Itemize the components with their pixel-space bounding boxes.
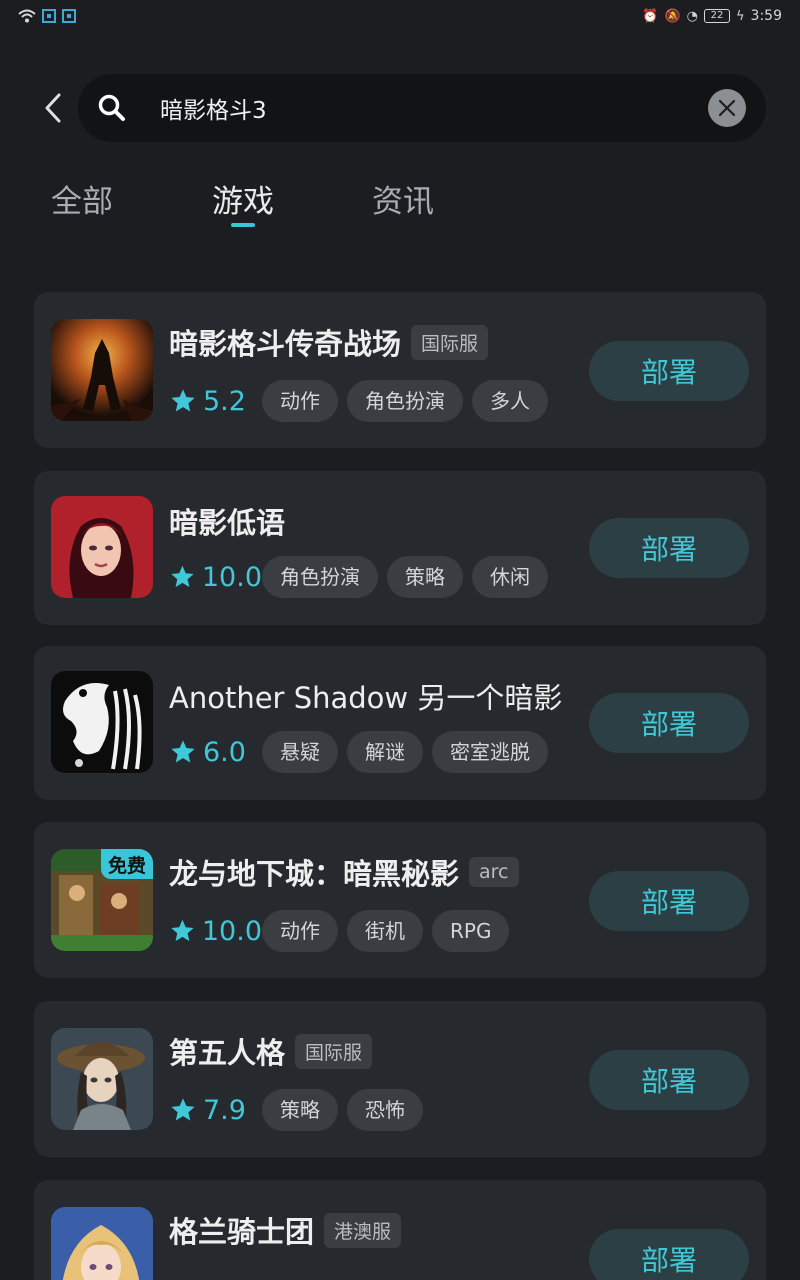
active-tab-indicator: [231, 223, 255, 227]
region-badge: arc: [469, 857, 519, 887]
game-name: 暗影格斗传奇战场: [169, 327, 402, 361]
charging-icon: ϟ: [735, 8, 745, 24]
star-icon: [171, 1098, 195, 1121]
region-badge: 港澳服: [324, 1212, 402, 1248]
card-title-row: 格兰骑士团 港澳服: [169, 1210, 402, 1250]
rating: 7.9: [169, 1095, 262, 1126]
region-badge: 国际服: [411, 324, 489, 360]
clear-search-button[interactable]: [708, 89, 746, 127]
genre-tag: 动作: [262, 910, 338, 952]
battery-icon: 22: [703, 9, 730, 23]
qr-icon: [62, 9, 76, 23]
genre-tag: 悬疑: [262, 731, 338, 773]
star-icon: [171, 389, 195, 412]
speed-icon: ◔: [686, 8, 698, 24]
game-card[interactable]: Another Shadow 另一个暗影 6.0 悬疑 解谜 密室逃脱 部署: [34, 646, 766, 800]
red-hair-girl-icon: [51, 496, 153, 598]
free-badge: 免费: [101, 849, 153, 879]
game-name: 龙与地下城：暗黑秘影: [169, 857, 460, 891]
star-icon: [171, 740, 195, 763]
rating: 5.2: [169, 386, 262, 417]
dark-warrior-icon: [51, 319, 153, 421]
status-bar: ⏰ 🔕 ◔ 22 ϟ 3:59: [0, 0, 800, 32]
deploy-button[interactable]: 部署: [589, 518, 749, 578]
game-name: 第五人格: [169, 1036, 286, 1070]
game-card[interactable]: 暗影低语 10.0 角色扮演 策略 休闲 部署: [34, 471, 766, 625]
wifi-icon: [18, 9, 36, 23]
rating-value: 10.0: [201, 915, 262, 947]
arcade-cover-icon: 免费: [51, 849, 153, 951]
genre-tag: 策略: [387, 556, 463, 598]
tab-news[interactable]: 资讯: [372, 176, 434, 221]
genre-tag: 休闲: [472, 556, 548, 598]
rating: 10.0: [169, 562, 262, 593]
genre-tag: 角色扮演: [262, 556, 378, 598]
card-meta-row: 7.9 策略 恐怖: [169, 1089, 432, 1131]
card-meta-row: 10.0 动作 街机 RPG: [169, 910, 518, 952]
rating-value: 10.0: [201, 561, 262, 593]
star-icon: [171, 919, 194, 942]
genre-tag: 密室逃脱: [432, 731, 548, 773]
mute-icon: 🔕: [664, 8, 681, 24]
genre-tag: 解谜: [347, 731, 423, 773]
deploy-button[interactable]: 部署: [589, 871, 749, 931]
game-name: 暗影低语: [169, 506, 286, 540]
back-button[interactable]: [36, 86, 70, 130]
card-title-row: 龙与地下城：暗黑秘影 arc: [169, 852, 519, 892]
tab-bar: 全部 游戏 资讯: [0, 176, 800, 236]
straw-hat-girl-icon: [51, 1028, 153, 1130]
rating: 6.0: [169, 737, 262, 768]
deploy-button[interactable]: 部署: [589, 1229, 749, 1280]
region-badge: 国际服: [295, 1033, 373, 1069]
genre-tag: 多人: [472, 380, 548, 422]
clock: 3:59: [750, 8, 782, 24]
blonde-knight-icon: [51, 1207, 153, 1280]
genre-tag: RPG: [432, 910, 510, 952]
card-title-row: 暗影格斗传奇战场 国际服: [169, 322, 489, 362]
rating-value: 7.9: [203, 1094, 246, 1126]
rating: 10.0: [169, 916, 262, 947]
search-icon: [98, 94, 125, 121]
game-name: Another Shadow 另一个暗影: [169, 681, 563, 715]
alarm-icon: ⏰: [642, 8, 659, 24]
search-bar: [78, 74, 766, 142]
card-title-row: Another Shadow 另一个暗影: [169, 676, 562, 716]
genre-tag: 角色扮演: [347, 380, 463, 422]
genre-tag: 策略: [262, 1089, 338, 1131]
genre-tag: 恐怖: [347, 1089, 423, 1131]
genre-tag: 街机: [347, 910, 423, 952]
qr-icon: [42, 9, 56, 23]
deploy-button[interactable]: 部署: [589, 341, 749, 401]
rating-value: 6.0: [203, 736, 246, 768]
genre-tag: 动作: [262, 380, 338, 422]
game-card[interactable]: 暗影格斗传奇战场 国际服 5.2 动作 角色扮演 多人 部署: [34, 292, 766, 448]
search-input[interactable]: [160, 90, 680, 126]
game-card[interactable]: 第五人格 国际服 7.9 策略 恐怖 部署: [34, 1001, 766, 1157]
rating-value: 5.2: [203, 385, 246, 417]
card-title-row: 暗影低语: [169, 501, 285, 541]
card-title-row: 第五人格 国际服: [169, 1031, 373, 1071]
game-card[interactable]: 格兰骑士团 港澳服 部署: [34, 1180, 766, 1280]
star-icon: [171, 565, 194, 588]
chevron-left-icon: [45, 93, 61, 123]
deploy-button[interactable]: 部署: [589, 693, 749, 753]
deploy-button[interactable]: 部署: [589, 1050, 749, 1110]
card-meta-row: 6.0 悬疑 解谜 密室逃脱: [169, 731, 557, 773]
close-icon: [718, 99, 736, 117]
game-card[interactable]: 免费 龙与地下城：暗黑秘影 arc 10.0 动作 街机 RPG 部署: [34, 822, 766, 978]
tab-all[interactable]: 全部: [51, 176, 113, 221]
card-meta-row: 10.0 角色扮演 策略 休闲: [169, 556, 557, 598]
tab-games[interactable]: 游戏: [212, 176, 274, 221]
shadow-bird-icon: [51, 671, 153, 773]
game-name: 格兰骑士团: [169, 1215, 315, 1249]
card-meta-row: 5.2 动作 角色扮演 多人: [169, 380, 557, 422]
